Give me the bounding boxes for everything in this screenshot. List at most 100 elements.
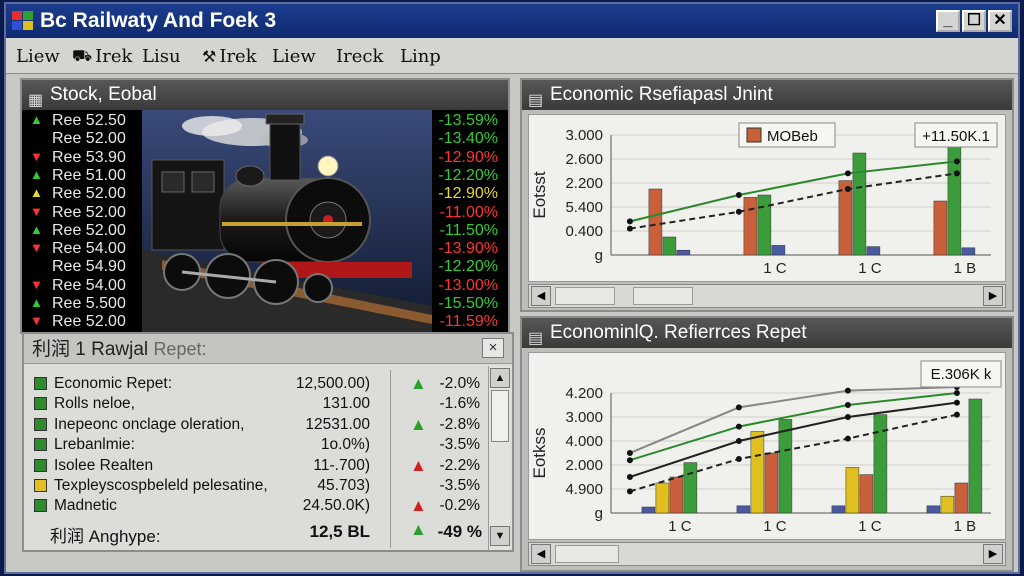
scroll-left-arrow-icon[interactable]: ◀ xyxy=(531,544,551,564)
report-scrollbar[interactable]: ▲ ▼ xyxy=(488,366,510,550)
trend-point xyxy=(953,170,960,177)
chart-panel-top-title: Economic Rsefiapasl Jnint xyxy=(550,84,773,105)
report-row-value: 11-.700) xyxy=(313,456,370,474)
trend-line xyxy=(629,392,958,462)
report-row[interactable]: Isolee Realten 11-.700) ▲ -2.2% xyxy=(32,456,488,476)
down-arrow-icon: ▼ xyxy=(30,276,43,292)
ticker-change: -12.90% xyxy=(438,185,498,203)
ticker-change: -13.00% xyxy=(438,276,498,294)
menu-item[interactable]: Liew xyxy=(16,46,60,67)
value-badge-text: E.306K k xyxy=(931,366,992,383)
ticker-row[interactable]: ▲ Ree 5.500 -15.50% xyxy=(26,295,508,313)
menu-item[interactable]: ⛟ Irek xyxy=(72,46,132,67)
ticker-row[interactable]: ▼ Ree 54.00 -13.90% xyxy=(26,240,508,258)
app-window: Bc Railwaty And Foek 3 _ ☐ ✕ Liew ⛟ Irek Li… xyxy=(4,2,1020,574)
total-arrow-icon: ▲ xyxy=(410,520,427,539)
trend-point xyxy=(626,225,633,232)
report-row[interactable]: Lrebanlmie: 1o.0%) -3.5% xyxy=(32,435,488,455)
report-row[interactable]: Inepeonc onclage oleration, 12531.00 ▲ -2.8… xyxy=(32,415,488,435)
chart-panel-top: ▤ Economic Rsefiapasl Jnint Eotsst 3.000 2… xyxy=(520,78,1014,312)
trend-line xyxy=(629,160,958,223)
chart-panel-bottom-title: EconominlQ. Refierrces Repet xyxy=(550,322,807,343)
ticker-row[interactable]: ▼ Ree 52.00 -11.00% xyxy=(26,204,508,222)
bar xyxy=(926,505,941,514)
ticker-change: -11.50% xyxy=(439,221,498,239)
scroll-up-arrow-icon[interactable]: ▲ xyxy=(490,368,510,388)
ticker-row[interactable]: ▲ Ree 51.00 -12.20% xyxy=(26,167,508,185)
ticker-row[interactable]: Ree 54.90 -12.20% xyxy=(26,258,508,276)
up-arrow-icon: ▲ xyxy=(30,166,43,182)
ticker-change: -11.59% xyxy=(439,313,498,331)
scroll-right-arrow-icon[interactable]: ▶ xyxy=(983,286,1003,306)
report-row[interactable]: Rolls neloe, 131.00 -1.6% xyxy=(32,394,488,414)
report-row[interactable]: Economic Repet: 12,500.00) ▲ -2.0% xyxy=(32,374,488,394)
trend-point xyxy=(844,414,851,420)
report-panel-header: 利润 1 Rawjal Repet: × xyxy=(24,334,512,364)
report-row-pct: -2.0% xyxy=(439,375,481,392)
title-bar[interactable]: Bc Railwaty And Foek 3 _ ☐ ✕ xyxy=(6,4,1018,38)
ticker-row[interactable]: ▼ Ree 52.00 -11.59% xyxy=(26,313,508,331)
menu-item[interactable]: ⚒ Irek xyxy=(202,46,257,67)
scroll-thumb[interactable] xyxy=(555,545,619,563)
trend-point xyxy=(953,411,960,418)
y-tick-label: 2.600 xyxy=(565,151,603,168)
report-row-name: Isolee Realten xyxy=(54,456,154,474)
bar xyxy=(947,134,962,256)
maximize-button[interactable]: ☐ xyxy=(962,10,986,32)
y-tick-label: 0.400 xyxy=(565,223,603,240)
ticker-label: Ree 52.50 xyxy=(52,112,126,129)
close-button[interactable]: ✕ xyxy=(988,10,1012,32)
scroll-thumb[interactable] xyxy=(633,287,693,305)
report-row-value: 12,500.00) xyxy=(295,375,370,392)
menu-item[interactable]: Liew xyxy=(272,46,316,67)
bar xyxy=(933,200,948,256)
minimize-button[interactable]: _ xyxy=(936,10,960,32)
report-row[interactable]: Madnetic 24.50.0K) ▲ -0.2% xyxy=(32,496,488,516)
y-tick-label: 3.000 xyxy=(565,127,603,144)
bar xyxy=(873,414,888,514)
chart-area-top: Eotsst 3.000 2.600 2.200 5.400 0.400 g 1 C 1 C 1 … xyxy=(528,114,1006,282)
menu-item[interactable]: Ireck xyxy=(336,46,383,67)
ticker-change: -15.50% xyxy=(438,295,498,312)
ticker-row[interactable]: ▼ Ree 53.90 -12.90% xyxy=(26,149,508,167)
scroll-thumb[interactable] xyxy=(491,390,509,442)
report-close-button[interactable]: × xyxy=(482,338,504,358)
ticker-row[interactable]: ▼ Ree 54.00 -13.00% xyxy=(26,277,508,295)
stock-panel-title: Stock, Eobal xyxy=(50,84,157,105)
ticker-row[interactable]: ▲ Ree 52.50 -13.59% xyxy=(26,112,508,130)
ticker-row[interactable]: Ree 52.00 -13.40% xyxy=(26,130,508,148)
trend-point xyxy=(626,488,633,495)
chart-bottom-svg: Eotkss 4.200 3.000 4.000 2.000 4.900 g 1 C 1 C 1 … xyxy=(530,360,1002,535)
chart-top-hscrollbar[interactable]: ◀ ▶ xyxy=(528,284,1006,308)
menu-item[interactable]: Lisu xyxy=(142,46,181,67)
ticker-row[interactable]: ▲ Ree 52.00 -11.50% xyxy=(26,222,508,240)
ticker-row[interactable]: ▲ Ree 52.00 -12.90% xyxy=(26,185,508,203)
scroll-left-arrow-icon[interactable]: ◀ xyxy=(531,286,551,306)
report-row[interactable]: Texpleyscospbeleld pelesatine, 45.703) -3.… xyxy=(32,476,488,496)
down-arrow-icon: ▲ xyxy=(410,496,427,516)
menu-item-label: Lisu xyxy=(142,46,181,67)
ticker-change: -12.90% xyxy=(438,148,498,166)
chart-icon: ▤ xyxy=(528,92,544,109)
bar xyxy=(683,462,698,514)
ticker-change: -13.40% xyxy=(438,130,498,148)
x-tick-label: 1 C xyxy=(763,260,787,277)
stock-panel-header: ▦ Stock, Eobal xyxy=(22,80,508,110)
bar xyxy=(655,482,670,514)
value-badge-text: +11.50K.1 xyxy=(922,128,990,145)
trend-point xyxy=(626,474,633,480)
menu-item[interactable]: Linp xyxy=(400,46,441,67)
menu-item-label: Liew xyxy=(272,46,316,67)
report-row-name: Inepeonc onclage oleration, xyxy=(54,415,245,433)
x-tick-label: 1 B xyxy=(954,518,977,535)
up-arrow-icon: ▲ xyxy=(30,185,43,201)
stock-ticker-area: ▲ Ree 52.50 -13.59% Ree 52.00 -13.40% ▼ Ree 53… xyxy=(22,110,508,332)
chart-icon: ▤ xyxy=(528,330,544,347)
ticker-change: -13.90% xyxy=(438,240,498,258)
bar xyxy=(852,152,867,256)
chart-bottom-hscrollbar[interactable]: ◀ ▶ xyxy=(528,542,1006,566)
report-row-pct: -2.8% xyxy=(439,415,481,433)
scroll-right-arrow-icon[interactable]: ▶ xyxy=(983,544,1003,564)
scroll-down-arrow-icon[interactable]: ▼ xyxy=(490,526,510,546)
scroll-thumb[interactable] xyxy=(555,287,615,305)
